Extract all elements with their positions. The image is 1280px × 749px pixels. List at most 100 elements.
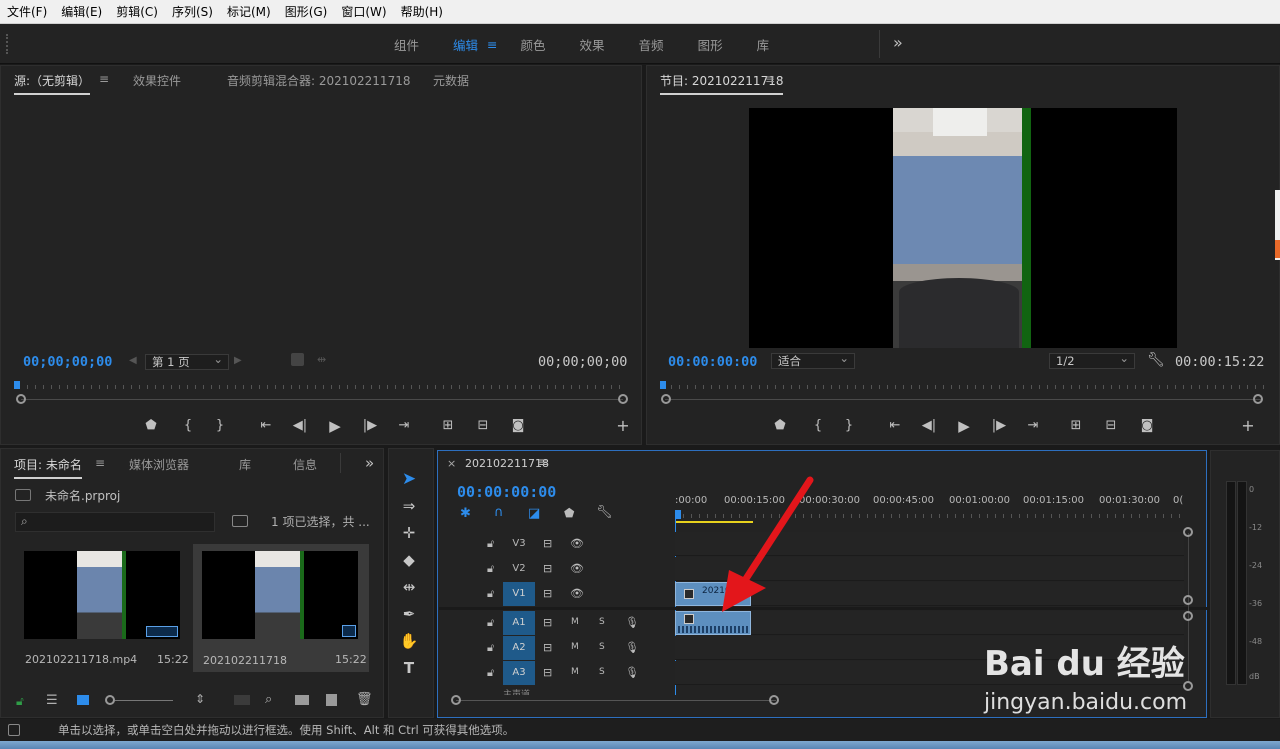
sync-lock-icon[interactable]: ⊟	[543, 616, 552, 629]
eye-icon[interactable]: 👁︎	[570, 587, 584, 600]
mark-out-icon[interactable]: }	[839, 418, 859, 433]
scroll-handle-left[interactable]	[451, 695, 461, 705]
tab-source[interactable]: 源:（无剪辑）	[14, 72, 91, 95]
program-playhead[interactable]	[660, 381, 666, 389]
mute-button[interactable]: M	[571, 667, 579, 677]
zoom-handle-left[interactable]	[661, 394, 671, 404]
source-playhead[interactable]	[14, 381, 20, 389]
prev-page-icon[interactable]: ◀	[129, 355, 137, 366]
track-label[interactable]: A2	[503, 636, 535, 660]
menu-edit[interactable]: 编辑(E)	[54, 3, 109, 20]
type-tool-icon[interactable]: T	[397, 656, 421, 680]
source-current-timecode[interactable]: 00;00;00;00	[23, 354, 112, 370]
tab-info[interactable]: 信息	[293, 456, 317, 473]
icon-view-icon[interactable]	[77, 695, 89, 705]
horizontal-scroll-track[interactable]	[456, 700, 776, 701]
eye-icon[interactable]: 👁︎	[570, 537, 584, 550]
solo-button[interactable]: S	[599, 642, 605, 652]
lift-icon[interactable]: ⊞	[1066, 418, 1086, 433]
resolution-dropdown[interactable]: 1/2	[1049, 351, 1135, 369]
sort-icon[interactable]: ⇕	[195, 692, 205, 706]
find-icon[interactable]: ⌕	[265, 692, 272, 707]
lock-icon[interactable]: 🔓︎	[16, 694, 24, 709]
track-label[interactable]: A1	[503, 611, 535, 635]
program-current-timecode[interactable]: 00:00:00:00	[668, 354, 757, 370]
workspace-libraries[interactable]: 库	[757, 35, 770, 54]
menu-window[interactable]: 窗口(W)	[334, 3, 393, 20]
microphone-icon[interactable]: 🎙︎	[625, 641, 639, 654]
button-editor-icon[interactable]: +	[613, 416, 633, 435]
menu-help[interactable]: 帮助(H)	[394, 3, 450, 20]
workspace-graphics[interactable]: 图形	[698, 35, 723, 54]
tab-effect-controls[interactable]: 效果控件	[133, 72, 181, 89]
go-to-in-icon[interactable]: ⇤	[256, 418, 276, 433]
tab-project[interactable]: 项目: 未命名	[14, 456, 82, 479]
program-menu-icon[interactable]: ≡	[765, 72, 775, 86]
mark-out-icon[interactable]: }	[210, 418, 230, 433]
snap-magnet-icon[interactable]: ∩	[494, 505, 504, 520]
scroll-handle[interactable]	[1183, 611, 1193, 621]
overwrite-clip-icon[interactable]: ⊟	[473, 418, 493, 433]
sync-lock-icon[interactable]: ⊟	[543, 562, 552, 575]
play-icon[interactable]: ▶	[954, 417, 974, 435]
go-to-in-icon[interactable]: ⇤	[885, 418, 905, 433]
workspace-overflow-icon[interactable]: »	[893, 33, 903, 52]
zoom-handle-right[interactable]	[1253, 394, 1263, 404]
slip-tool-icon[interactable]: ⇹	[397, 575, 421, 599]
sync-lock-icon[interactable]: ⊟	[543, 587, 552, 600]
tab-audio-clip-mixer[interactable]: 音频剪辑混合器: 202102211718	[227, 72, 410, 89]
wrench-icon[interactable]: 🔧︎	[1147, 352, 1165, 368]
list-view-icon[interactable]: ☰	[46, 693, 58, 708]
solo-button[interactable]: S	[599, 617, 605, 627]
go-to-out-icon[interactable]: ⇥	[394, 418, 414, 433]
mark-in-icon[interactable]: {	[178, 418, 198, 433]
insert-icon[interactable]: ⇹	[317, 353, 326, 366]
selection-tool-icon[interactable]: ➤	[397, 467, 421, 491]
workspace-audio[interactable]: 音频	[639, 35, 664, 54]
timeline-playhead-head[interactable]	[675, 510, 681, 519]
source-menu-icon[interactable]: ≡	[99, 72, 109, 86]
project-overflow-icon[interactable]: »	[365, 454, 374, 472]
sequence-tab[interactable]: 202102211718	[465, 457, 549, 470]
play-icon[interactable]: ▶	[325, 417, 345, 435]
tab-libraries[interactable]: 库	[239, 456, 251, 473]
safe-margins-icon[interactable]	[291, 353, 304, 366]
lock-icon[interactable]: 🔓︎	[487, 616, 494, 630]
workspace-menu-icon[interactable]: ≡	[487, 37, 497, 52]
automate-to-sequence-icon[interactable]	[234, 695, 250, 705]
export-frame-icon[interactable]: ◙	[508, 418, 528, 433]
zoom-slider-track[interactable]	[115, 700, 173, 701]
razor-tool-icon[interactable]: ◆	[397, 548, 421, 572]
lock-icon[interactable]: 🔓︎	[487, 641, 494, 655]
scroll-handle[interactable]	[1183, 595, 1193, 605]
program-zoom-track[interactable]	[665, 399, 1263, 400]
scroll-handle[interactable]	[1183, 527, 1193, 537]
sync-lock-icon[interactable]: ⊟	[543, 666, 552, 679]
microphone-icon[interactable]: 🎙︎	[625, 616, 639, 629]
step-forward-icon[interactable]: |▶	[360, 418, 380, 433]
new-bin-icon[interactable]	[295, 695, 309, 705]
mark-in-icon[interactable]: {	[808, 418, 828, 433]
lock-icon[interactable]: 🔓︎	[487, 537, 494, 551]
menu-file[interactable]: 文件(F)	[0, 3, 54, 20]
page-dropdown[interactable]: 第 1 页	[145, 352, 229, 370]
add-marker-icon[interactable]: ⬟	[564, 506, 574, 520]
track-label[interactable]: V2	[503, 557, 535, 581]
add-marker-icon[interactable]: ⬟	[770, 418, 790, 433]
lock-icon[interactable]: 🔓︎	[487, 587, 494, 601]
source-time-ruler[interactable]	[19, 379, 627, 393]
go-to-out-icon[interactable]: ⇥	[1023, 418, 1043, 433]
source-zoom-track[interactable]	[21, 399, 623, 400]
new-item-icon[interactable]	[326, 694, 337, 706]
workspace-editing[interactable]: 编辑	[453, 35, 478, 54]
find-icon[interactable]	[232, 515, 248, 527]
lock-icon[interactable]: 🔓︎	[487, 562, 494, 576]
project-search-input[interactable]: ⌕	[15, 512, 215, 532]
button-editor-icon[interactable]: +	[1238, 416, 1258, 435]
scroll-handle-right[interactable]	[769, 695, 779, 705]
close-sequence-icon[interactable]: ×	[447, 457, 456, 470]
menu-graphics[interactable]: 图形(G)	[278, 3, 335, 20]
hand-tool-icon[interactable]: ✋	[397, 629, 421, 653]
mute-button[interactable]: M	[571, 642, 579, 652]
tab-media-browser[interactable]: 媒体浏览器	[129, 456, 189, 473]
